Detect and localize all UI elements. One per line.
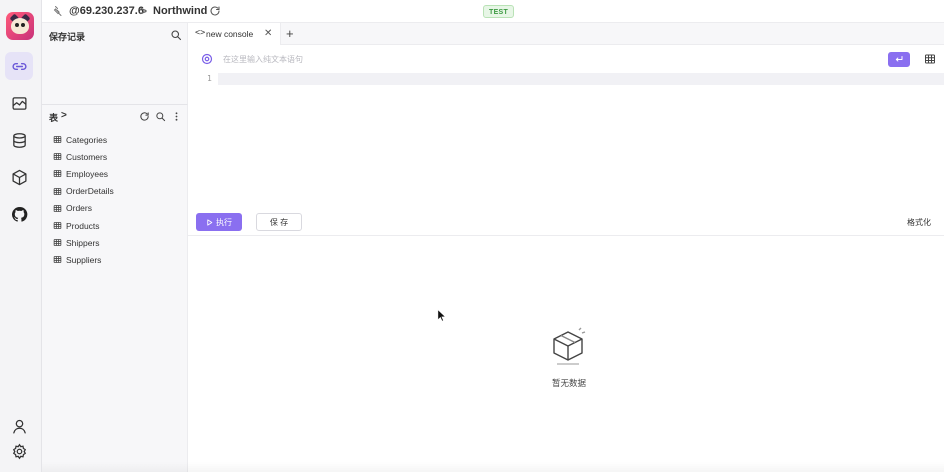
run-button[interactable]: 执行 (196, 213, 242, 231)
bottom-shadow (42, 462, 944, 472)
table-item[interactable]: OrderDetails (53, 183, 114, 200)
cube-icon (11, 169, 27, 185)
table-name: Suppliers (66, 254, 102, 265)
table-name: OrderDetails (66, 186, 114, 197)
rail-cube-button[interactable] (5, 163, 33, 191)
table-icon (53, 204, 62, 212)
empty-box-icon (553, 327, 586, 365)
tables-title: 表 (49, 113, 59, 123)
prompt-input[interactable] (223, 51, 873, 67)
dashboard-icon (11, 96, 27, 110)
ai-assistant-icon[interactable] (201, 53, 213, 65)
table-grid-icon[interactable] (924, 53, 936, 65)
table-icon (53, 256, 62, 264)
play-icon (207, 218, 213, 226)
enter-icon (895, 56, 903, 62)
saved-records-title: 保存记录 (49, 32, 86, 42)
refresh-icon[interactable] (209, 5, 221, 17)
table-name: Customers (66, 151, 108, 162)
env-badge: TEST (483, 5, 515, 18)
table-name: Categories (66, 134, 108, 145)
tab-label: new console (206, 29, 254, 39)
rail-github-button[interactable] (5, 200, 33, 228)
rail-database-button[interactable] (5, 126, 33, 154)
github-icon (11, 206, 27, 222)
tab-new-console[interactable]: <> new console ✕ (188, 23, 281, 45)
top-bar: @69.230.237.6 > Northwind TEST (42, 0, 944, 23)
prompt-row (188, 45, 944, 73)
app-logo[interactable] (6, 12, 34, 40)
more-vertical-icon[interactable] (171, 111, 182, 122)
action-bar: 执行 保 存 格式化 (188, 209, 944, 236)
table-name: Products (66, 220, 100, 231)
connections-icon (11, 62, 27, 70)
table-icon (53, 170, 62, 178)
connection-host[interactable]: @69.230.237.6 (69, 5, 144, 17)
table-item[interactable]: Customers (53, 148, 114, 165)
format-button[interactable]: 格式化 (907, 217, 931, 228)
chevron-right-icon[interactable]: > (61, 110, 67, 121)
tables-panel: 表 > Categories Customers Employees OrderDet… (42, 105, 188, 472)
table-item[interactable]: Shippers (53, 234, 114, 251)
add-tab-button[interactable]: + (286, 26, 294, 41)
search-icon[interactable] (155, 111, 166, 122)
rail-connections-button[interactable] (5, 52, 33, 80)
submit-prompt-button[interactable] (888, 52, 910, 67)
table-name: Orders (66, 203, 92, 214)
mouse-cursor-icon (437, 309, 446, 322)
run-label: 执行 (216, 217, 232, 227)
table-icon (53, 187, 62, 195)
code-icon: <> (195, 28, 206, 38)
empty-state-text: 暂无数据 (552, 378, 587, 388)
plug-icon (53, 6, 62, 16)
rail-dashboard-button[interactable] (5, 89, 33, 117)
table-item[interactable]: Products (53, 217, 114, 234)
user-icon (12, 419, 26, 434)
saved-records-panel: 保存记录 (42, 23, 188, 105)
sql-editor[interactable]: 1 (188, 73, 944, 209)
result-panel: 暂无数据 (188, 236, 944, 472)
table-item[interactable]: Suppliers (53, 251, 114, 268)
table-name: Employees (66, 168, 109, 179)
rail-user-button[interactable] (5, 412, 33, 440)
table-item[interactable]: Orders (53, 200, 114, 217)
table-name: Shippers (66, 237, 100, 248)
table-icon (53, 153, 62, 161)
close-icon[interactable]: ✕ (264, 28, 272, 39)
save-button[interactable]: 保 存 (256, 213, 302, 231)
breadcrumb-separator: > (140, 4, 148, 18)
current-line-highlight (218, 73, 944, 85)
table-icon (53, 239, 62, 247)
settings-icon (12, 443, 26, 459)
nav-rail (0, 0, 42, 472)
search-icon[interactable] (170, 29, 182, 41)
table-list: Categories Customers Employees OrderDetails… (53, 131, 114, 269)
table-icon (53, 136, 62, 144)
refresh-icon[interactable] (139, 111, 150, 122)
table-item[interactable]: Employees (53, 165, 114, 182)
table-item[interactable]: Categories (53, 131, 114, 148)
rail-settings-button[interactable] (5, 437, 33, 465)
table-icon (53, 222, 62, 229)
line-number: 1 (207, 74, 212, 83)
database-icon (12, 132, 26, 148)
database-name[interactable]: Northwind (153, 5, 207, 17)
console-tabs: <> new console ✕ + (188, 23, 944, 45)
